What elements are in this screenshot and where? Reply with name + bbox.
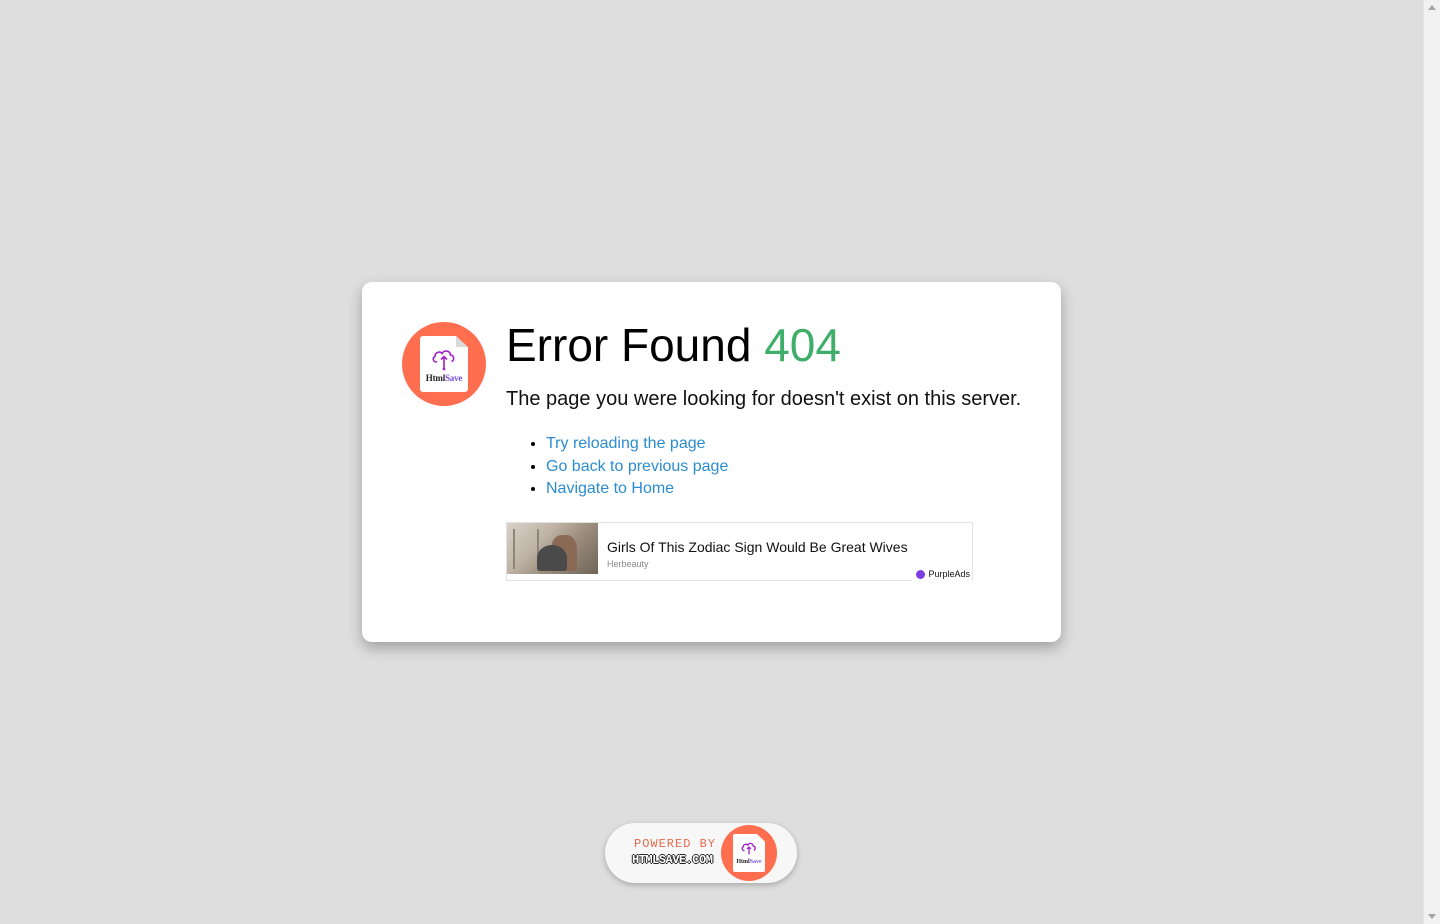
title-prefix: Error Found	[506, 319, 752, 371]
list-item: Go back to previous page	[546, 456, 728, 479]
ad-headline[interactable]: Girls Of This Zodiac Sign Would Be Great…	[607, 539, 908, 555]
ad-banner[interactable]: Girls Of This Zodiac Sign Would Be Great…	[506, 522, 973, 581]
page: HtmlSave Error Found 404 The page you we…	[0, 0, 1440, 924]
logo-wordmark: HtmlSave	[425, 373, 463, 383]
ad-network-badge[interactable]: PurpleAds	[912, 567, 972, 581]
ad-source: Herbeauty	[607, 559, 649, 569]
scroll-up-arrow-icon[interactable]	[1428, 5, 1436, 10]
powered-by-badge[interactable]: POWERED BY HTMLSAVE.COM HtmlSave	[605, 823, 797, 883]
ad-image[interactable]	[507, 523, 598, 574]
list-item: Navigate to Home	[546, 478, 728, 501]
error-card: HtmlSave Error Found 404 The page you we…	[362, 282, 1061, 642]
vertical-scrollbar[interactable]	[1423, 0, 1440, 924]
ad-network-label: PurpleAds	[928, 569, 970, 579]
page-title: Error Found 404	[506, 318, 841, 372]
go-back-link[interactable]: Go back to previous page	[546, 458, 728, 475]
cloud-upload-icon	[432, 350, 455, 371]
cloud-upload-icon	[741, 842, 756, 855]
error-message: The page you were looking for doesn't ex…	[506, 388, 1022, 410]
error-code: 404	[764, 319, 841, 371]
purpleads-dot-icon	[916, 569, 926, 579]
powered-by-label: POWERED BY	[634, 837, 717, 851]
document-icon: HtmlSave	[420, 336, 468, 392]
home-link[interactable]: Navigate to Home	[546, 480, 674, 497]
list-item: Try reloading the page	[546, 433, 728, 456]
reload-link[interactable]: Try reloading the page	[546, 435, 706, 452]
scroll-down-arrow-icon[interactable]	[1428, 914, 1436, 919]
powered-by-site: HTMLSAVE.COM	[632, 853, 713, 867]
htmlsave-logo[interactable]: HtmlSave	[402, 322, 486, 406]
document-icon: HtmlSave	[733, 834, 765, 872]
htmlsave-mini-logo: HtmlSave	[721, 825, 777, 881]
logo-wordmark: HtmlSave	[736, 859, 762, 865]
help-links-list: Try reloading the page Go back to previo…	[506, 433, 728, 501]
